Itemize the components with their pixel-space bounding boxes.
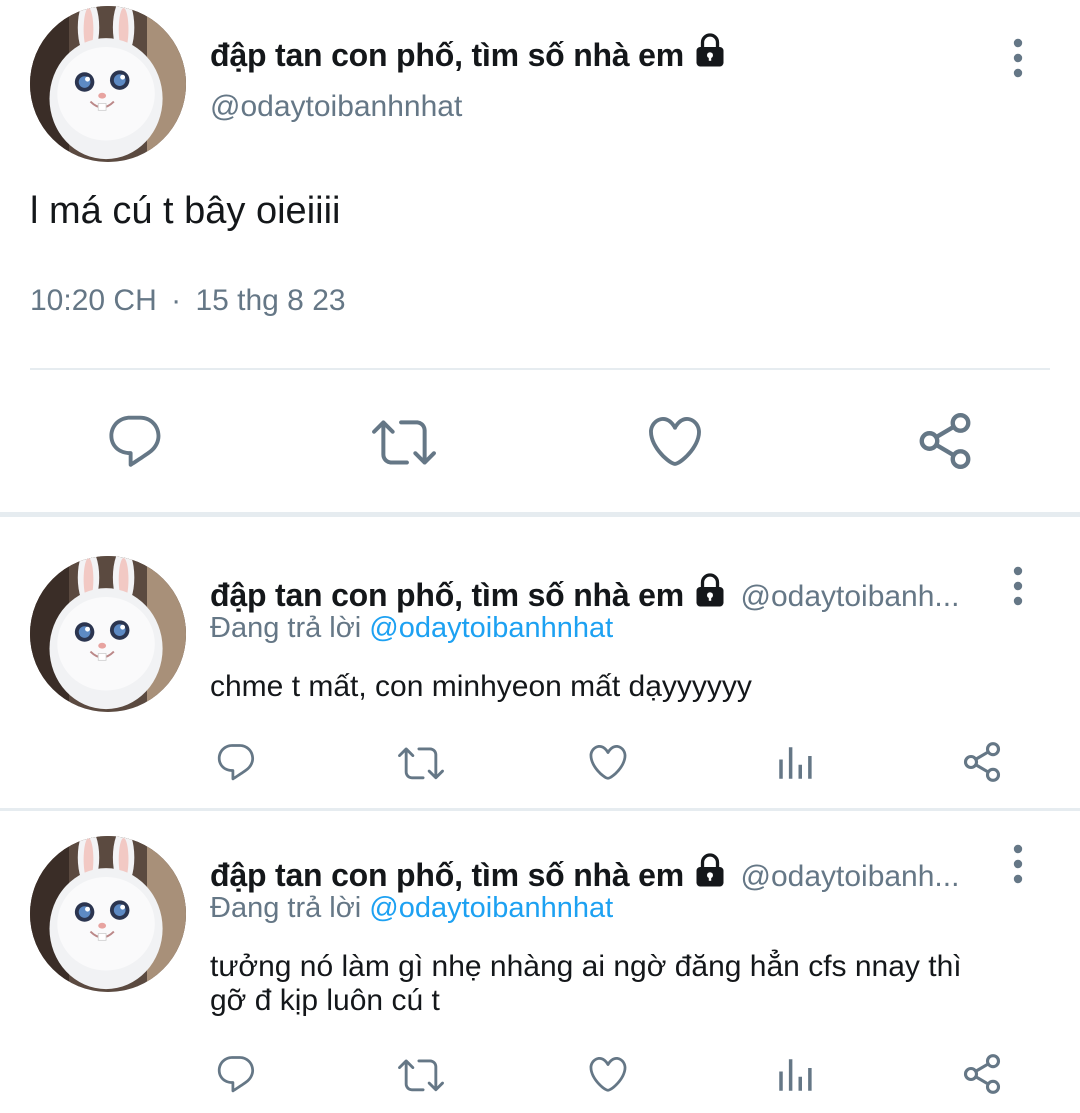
section-divider bbox=[0, 512, 1080, 517]
share-icon[interactable] bbox=[914, 410, 976, 472]
reply-icon[interactable] bbox=[104, 410, 166, 472]
tweet-time: 10:20 CH bbox=[30, 284, 157, 317]
tweet-text: l má cú t bây oieiiii bbox=[30, 190, 341, 232]
bunny-avatar-image bbox=[30, 556, 186, 712]
reply-text-line-1: tưởng nó làm gì nhẹ nhàng ai ngờ đăng hẳ… bbox=[210, 950, 962, 983]
reply-text-line-2: gỡ đ kịp luôn cú t bbox=[210, 984, 440, 1017]
lock-icon bbox=[692, 572, 728, 608]
reply-icon[interactable] bbox=[214, 1052, 258, 1096]
replying-prefix: Đang trả lời bbox=[210, 612, 362, 644]
more-options-icon[interactable] bbox=[1008, 566, 1028, 606]
reply-icon[interactable] bbox=[214, 740, 258, 784]
share-icon[interactable] bbox=[960, 740, 1004, 784]
reply-header: đập tan con phố, tìm số nhà em @odaytoib… bbox=[210, 852, 959, 894]
share-icon[interactable] bbox=[960, 1052, 1004, 1096]
like-icon[interactable] bbox=[586, 740, 630, 784]
like-icon[interactable] bbox=[586, 1052, 630, 1096]
retweet-icon[interactable] bbox=[372, 410, 436, 474]
replying-to: Đang trả lời @odaytoibanhnhat bbox=[210, 892, 613, 925]
avatar[interactable] bbox=[30, 6, 186, 162]
separator: · bbox=[171, 284, 182, 317]
tweet-date: 15 thg 8 23 bbox=[195, 284, 346, 317]
reply-header: đập tan con phố, tìm số nhà em @odaytoib… bbox=[210, 572, 959, 614]
avatar[interactable] bbox=[30, 556, 186, 712]
display-name[interactable]: đập tan con phố, tìm số nhà em bbox=[210, 37, 684, 73]
divider bbox=[30, 368, 1050, 370]
mention-link[interactable]: @odaytoibanhnhat bbox=[369, 612, 613, 644]
mention-link[interactable]: @odaytoibanhnhat bbox=[369, 892, 613, 924]
display-name[interactable]: đập tan con phố, tìm số nhà em bbox=[210, 857, 684, 893]
handle[interactable]: @odaytoibanh... bbox=[741, 860, 960, 893]
analytics-icon[interactable] bbox=[774, 742, 816, 784]
more-options-icon[interactable] bbox=[1008, 844, 1028, 884]
timestamp-row: 10:20 CH · 15 thg 8 23 bbox=[30, 284, 346, 318]
handle[interactable]: @odaytoibanh... bbox=[741, 580, 960, 613]
avatar[interactable] bbox=[30, 836, 186, 992]
display-name[interactable]: đập tan con phố, tìm số nhà em bbox=[210, 577, 684, 613]
handle[interactable]: @odaytoibanhnhat bbox=[210, 90, 462, 124]
more-options-icon[interactable] bbox=[1008, 38, 1028, 78]
main-display-name-row: đập tan con phố, tìm số nhà em bbox=[210, 32, 728, 74]
bunny-avatar-image bbox=[30, 6, 186, 162]
retweet-icon[interactable] bbox=[398, 740, 444, 786]
replying-prefix: Đang trả lời bbox=[210, 892, 362, 924]
bunny-avatar-image bbox=[30, 836, 186, 992]
like-icon[interactable] bbox=[644, 410, 706, 472]
retweet-icon[interactable] bbox=[398, 1052, 444, 1098]
replying-to: Đang trả lời @odaytoibanhnhat bbox=[210, 612, 613, 645]
lock-icon bbox=[692, 852, 728, 888]
analytics-icon[interactable] bbox=[774, 1054, 816, 1096]
section-divider bbox=[0, 808, 1080, 811]
lock-icon bbox=[692, 32, 728, 68]
reply-text: chme t mất, con minhyeon mất dạyyyyyy bbox=[210, 670, 752, 703]
